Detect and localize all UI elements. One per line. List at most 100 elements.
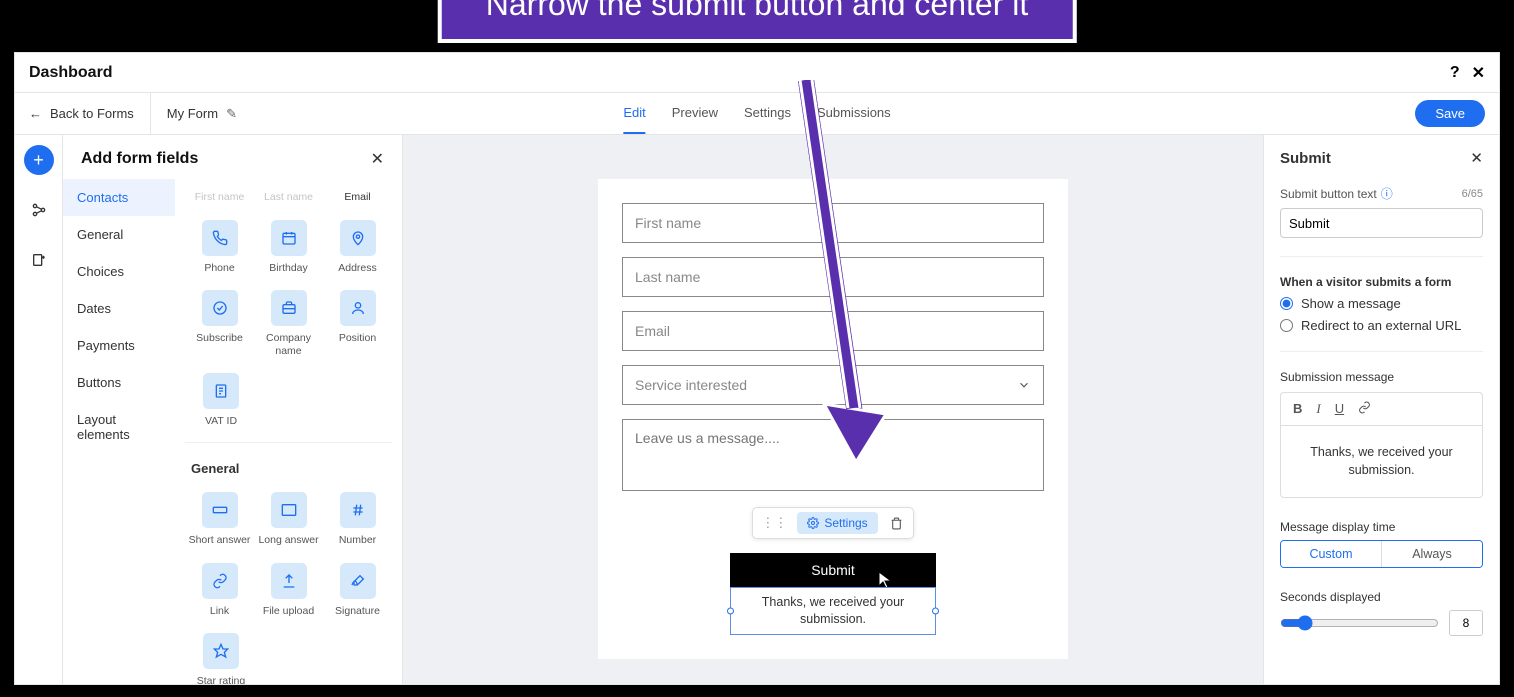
field-phone[interactable]: Phone — [185, 212, 254, 283]
email-input[interactable] — [622, 311, 1044, 351]
section-general: General — [185, 449, 392, 484]
element-settings-button[interactable]: Settings — [797, 512, 877, 534]
drag-handle-icon[interactable]: ⋮⋮ — [757, 515, 791, 531]
field-email[interactable]: Email — [323, 179, 392, 212]
seconds-value-input[interactable] — [1449, 610, 1483, 636]
seconds-label: Seconds displayed — [1280, 590, 1483, 604]
field-link[interactable]: Link — [185, 555, 254, 626]
panel-close-icon[interactable]: ✕ — [371, 149, 384, 169]
field-vat-id[interactable]: VAT ID — [185, 365, 257, 436]
form-name: My Form ✎ — [151, 106, 237, 122]
person-icon — [340, 290, 376, 326]
resize-handle-left[interactable] — [727, 607, 734, 614]
radio-redirect-input[interactable] — [1280, 319, 1293, 332]
arrow-left-icon: ← — [29, 106, 42, 121]
message-textarea[interactable] — [622, 419, 1044, 491]
back-to-forms-link[interactable]: ← Back to Forms — [29, 93, 151, 134]
field-upload[interactable]: File upload — [254, 555, 323, 626]
bold-button[interactable]: B — [1293, 401, 1302, 417]
settings-label: Settings — [824, 516, 867, 530]
field-number[interactable]: Number — [323, 484, 392, 555]
button-text-input[interactable] — [1280, 208, 1483, 238]
close-icon[interactable]: ✕ — [1472, 63, 1485, 83]
seg-always[interactable]: Always — [1381, 541, 1482, 567]
chevron-down-icon — [1017, 378, 1031, 392]
field-address[interactable]: Address — [323, 212, 392, 283]
select-placeholder: Service interested — [635, 377, 747, 393]
tab-submissions[interactable]: Submissions — [817, 93, 891, 134]
tab-settings[interactable]: Settings — [744, 93, 791, 134]
briefcase-icon — [271, 290, 307, 326]
save-button[interactable]: Save — [1415, 100, 1485, 127]
add-fields-panel: Add form fields ✕ Contacts General Choic… — [63, 135, 403, 684]
hash-icon — [340, 492, 376, 528]
service-select[interactable]: Service interested — [622, 365, 1044, 405]
export-icon[interactable] — [24, 245, 54, 275]
tab-edit[interactable]: Edit — [623, 93, 645, 134]
cat-choices[interactable]: Choices — [63, 253, 175, 290]
field-company[interactable]: Company name — [254, 282, 323, 365]
field-short-answer[interactable]: Short answer — [185, 484, 254, 555]
rte-toolbar: B I U — [1280, 392, 1483, 425]
form-name-text: My Form — [167, 106, 218, 121]
star-icon — [203, 633, 239, 669]
char-count: 6/65 — [1462, 188, 1483, 200]
seconds-slider[interactable] — [1280, 615, 1439, 631]
field-position[interactable]: Position — [323, 282, 392, 365]
last-name-input[interactable] — [622, 257, 1044, 297]
delete-element-icon[interactable] — [884, 517, 909, 530]
cat-payments[interactable]: Payments — [63, 327, 175, 364]
add-button[interactable]: + — [24, 145, 54, 175]
field-first-name[interactable]: First name — [185, 179, 254, 212]
toolbar: ← Back to Forms My Form ✎ Edit Preview S… — [15, 93, 1499, 135]
submit-button[interactable]: Submit — [730, 553, 936, 587]
tab-preview[interactable]: Preview — [672, 93, 718, 134]
back-label: Back to Forms — [50, 106, 134, 121]
annotation-text: Narrow the submit button and center it — [438, 0, 1077, 43]
radio-show-message-input[interactable] — [1280, 297, 1293, 310]
field-long-answer[interactable]: Long answer — [254, 484, 323, 555]
rte-link-button[interactable] — [1358, 401, 1371, 417]
annotation-callout: Narrow the submit button and center it — [438, 0, 1077, 43]
first-name-input[interactable] — [622, 203, 1044, 243]
info-icon[interactable]: ⓘ — [1381, 185, 1393, 202]
link-icon[interactable] — [24, 195, 54, 225]
submit-element[interactable]: Submit Thanks, we received your submissi… — [730, 553, 936, 635]
properties-close-icon[interactable]: ✕ — [1470, 149, 1483, 167]
link-field-icon — [202, 563, 238, 599]
cat-general[interactable]: General — [63, 216, 175, 253]
seg-custom[interactable]: Custom — [1281, 541, 1381, 567]
field-birthday[interactable]: Birthday — [254, 212, 323, 283]
submission-message-editor[interactable]: Thanks, we received your submission. — [1280, 425, 1483, 498]
cat-layout[interactable]: Layout elements — [63, 401, 175, 453]
cat-contacts[interactable]: Contacts — [63, 179, 175, 216]
properties-panel: Submit ✕ Submit button text ⓘ 6/65 When … — [1263, 135, 1499, 684]
dashboard-title: Dashboard — [29, 64, 113, 82]
help-icon[interactable]: ? — [1450, 64, 1460, 82]
phone-icon — [202, 220, 238, 256]
signature-icon — [340, 563, 376, 599]
field-picker: First name Last name Email Phone Birthda… — [175, 179, 402, 684]
gear-icon — [807, 517, 819, 529]
radio-show-msg-label: Show a message — [1301, 296, 1401, 311]
edit-name-icon[interactable]: ✎ — [226, 106, 237, 122]
italic-button[interactable]: I — [1316, 401, 1320, 417]
field-signature[interactable]: Signature — [323, 555, 392, 626]
cat-buttons[interactable]: Buttons — [63, 364, 175, 401]
upload-icon — [271, 563, 307, 599]
radio-redirect[interactable]: Redirect to an external URL — [1280, 318, 1483, 333]
underline-button[interactable]: U — [1335, 401, 1344, 417]
check-circle-icon — [202, 290, 238, 326]
field-last-name[interactable]: Last name — [254, 179, 323, 212]
form-canvas[interactable]: Service interested ⋮⋮ Settings Submit — [403, 135, 1263, 684]
field-star-rating[interactable]: Star rating — [185, 625, 257, 684]
success-message-box[interactable]: Thanks, we received your submission. — [730, 587, 936, 635]
success-message-text: Thanks, we received your submission. — [762, 595, 904, 626]
radio-show-message[interactable]: Show a message — [1280, 296, 1483, 311]
element-toolbar: ⋮⋮ Settings — [752, 507, 913, 539]
cat-dates[interactable]: Dates — [63, 290, 175, 327]
resize-handle-right[interactable] — [932, 607, 939, 614]
field-subscribe[interactable]: Subscribe — [185, 282, 254, 365]
properties-title: Submit — [1280, 150, 1331, 167]
short-text-icon — [202, 492, 238, 528]
